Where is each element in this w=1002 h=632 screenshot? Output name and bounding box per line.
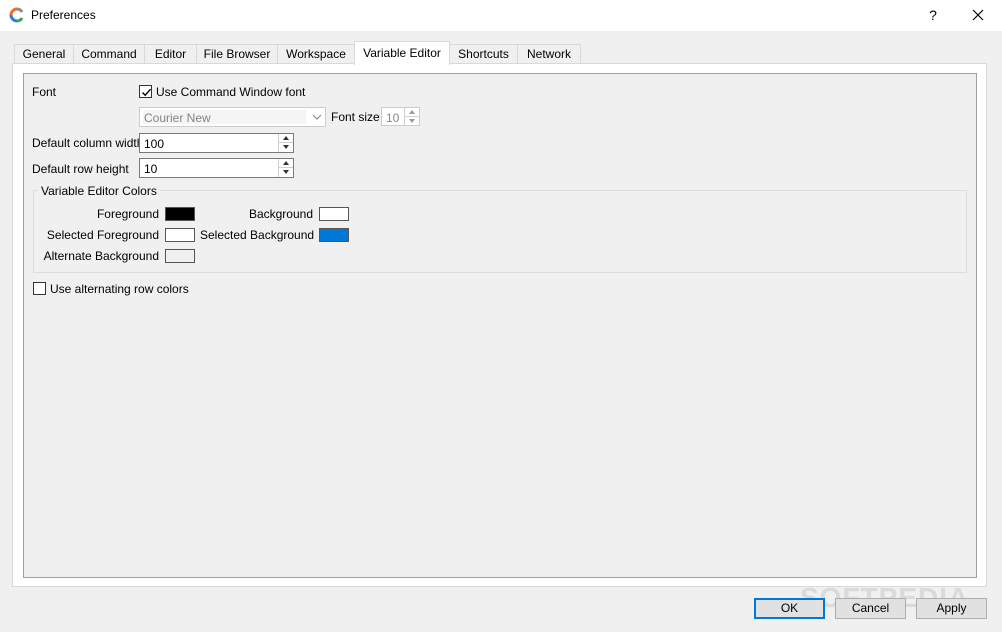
spin-up-button[interactable] [279,159,293,168]
colors-group-title: Variable Editor Colors [38,184,160,198]
title-bar [0,0,1002,31]
tab-general[interactable]: General [14,44,74,64]
alternate-background-color-swatch[interactable] [165,249,195,263]
arrow-down-icon [283,145,289,149]
tab-variable-editor[interactable]: Variable Editor [354,41,450,65]
font-size-value: 10 [386,111,400,125]
spin-down-button[interactable] [405,117,419,126]
spin-up-button[interactable] [279,134,293,143]
cancel-button[interactable]: Cancel [835,598,906,619]
help-button[interactable]: ? [922,3,944,27]
arrow-up-icon [283,136,289,140]
spin-up-button[interactable] [405,108,419,117]
alternate-background-label: Alternate Background [43,249,159,263]
default-row-height-label: Default row height [32,162,129,176]
default-row-height-spinbox[interactable]: 10 [139,158,294,178]
font-family-selection [143,110,306,124]
spin-down-button[interactable] [279,143,293,152]
default-column-width-spinbox[interactable]: 100 [139,133,294,153]
font-size-spinbox[interactable]: 10 [381,107,420,126]
use-alternating-row-colors-checkbox[interactable] [33,282,46,295]
tab-workspace[interactable]: Workspace [277,44,355,64]
font-family-combobox[interactable]: Courier New [139,107,326,127]
tab-editor[interactable]: Editor [144,44,197,64]
font-size-label: Font size [331,110,380,124]
tab-shortcuts[interactable]: Shortcuts [449,44,518,64]
arrow-down-icon [283,170,289,174]
checkmark-icon [142,88,152,97]
foreground-label: Foreground [96,207,159,221]
close-icon [972,9,984,21]
foreground-color-swatch[interactable] [165,207,195,221]
tab-file-browser[interactable]: File Browser [196,44,278,64]
spin-down-button[interactable] [279,168,293,177]
font-label: Font [32,85,57,99]
chevron-down-icon [312,114,322,120]
ok-button[interactable]: OK [754,598,825,619]
default-row-height-value: 10 [144,162,158,176]
use-command-window-font-checkbox[interactable] [139,85,152,98]
app-logo-icon [9,7,25,23]
use-command-window-font-label[interactable]: Use Command Window font [156,85,305,99]
arrow-up-icon [409,110,415,114]
tab-command[interactable]: Command [73,44,145,64]
font-size-spin-buttons[interactable] [404,108,419,125]
background-color-swatch[interactable] [319,207,349,221]
column-width-spin-buttons[interactable] [278,134,293,152]
use-alternating-row-colors-label[interactable]: Use alternating row colors [50,282,189,296]
close-button[interactable] [964,3,992,27]
arrow-down-icon [409,118,415,123]
background-label: Background [248,207,313,221]
apply-button[interactable]: Apply [916,598,987,619]
arrow-up-icon [283,161,289,165]
tab-network[interactable]: Network [517,44,581,64]
window-title: Preferences [31,8,96,22]
default-column-width-value: 100 [144,137,165,151]
row-height-spin-buttons[interactable] [278,159,293,177]
default-column-width-label: Default column width [32,136,144,150]
selected-background-color-swatch[interactable] [319,228,349,242]
selected-background-label: Selected Background [200,228,315,242]
selected-foreground-label: Selected Foreground [46,228,159,242]
selected-foreground-color-swatch[interactable] [165,228,195,242]
